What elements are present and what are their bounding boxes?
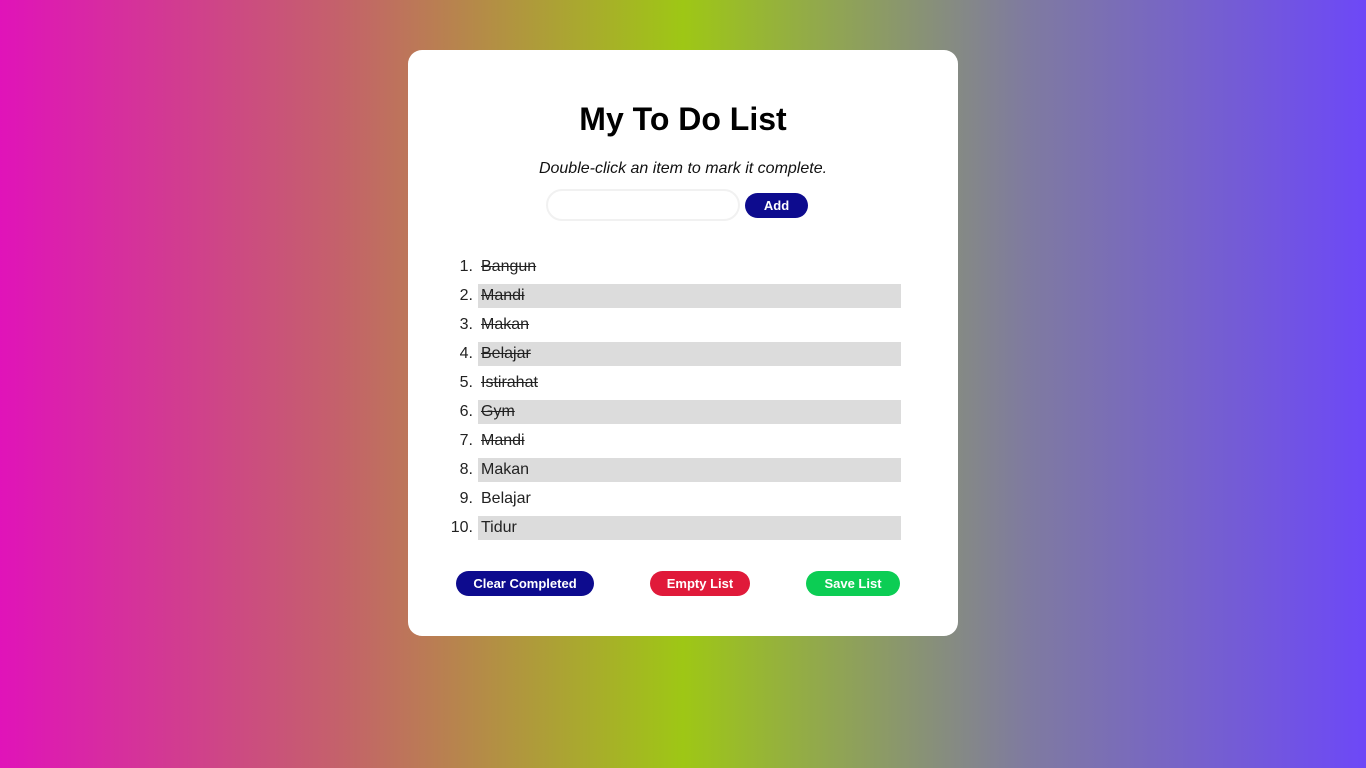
todo-text: Bangun <box>481 258 537 275</box>
add-button[interactable]: Add <box>745 192 808 218</box>
todo-text: Belajar <box>481 490 531 507</box>
todo-number: 8. <box>459 461 473 478</box>
todo-text: Istirahat <box>481 374 538 391</box>
todo-number: 2. <box>459 287 473 304</box>
todo-item[interactable]: 7. Mandi <box>460 429 901 453</box>
todo-text: Mandi <box>481 432 525 449</box>
todo-number: 6. <box>459 403 473 420</box>
todo-item[interactable]: 3. Makan <box>460 313 901 337</box>
todo-item[interactable]: 6. Gym <box>460 400 901 424</box>
todo-number: 3. <box>459 316 473 333</box>
todo-item[interactable]: 10. Tidur <box>451 516 901 540</box>
page-title: My To Do List <box>579 101 787 137</box>
todo-item[interactable]: 1. Bangun <box>460 255 901 279</box>
task-input[interactable] <box>546 189 740 221</box>
todo-number: 5. <box>459 374 473 391</box>
todo-item[interactable]: 4. Belajar <box>460 342 901 366</box>
todo-number: 7. <box>459 432 473 449</box>
clear-completed-button[interactable]: Clear Completed <box>456 571 594 596</box>
todo-item[interactable]: 2. Mandi <box>460 284 901 308</box>
todo-number: 10. <box>450 519 473 536</box>
todo-text: Belajar <box>481 345 531 362</box>
empty-list-button[interactable]: Empty List <box>650 571 750 596</box>
todo-item[interactable]: 5. Istirahat <box>460 371 901 395</box>
add-task-row: Add <box>546 188 808 222</box>
todo-number: 9. <box>459 490 473 507</box>
todo-item[interactable]: 8. Makan <box>460 458 901 482</box>
instruction-text: Double-click an item to mark it complete… <box>538 160 828 177</box>
todo-text: Makan <box>481 316 530 333</box>
todo-item[interactable]: 9. Belajar <box>460 487 901 511</box>
todo-number: 4. <box>459 345 473 362</box>
todo-card: My To Do List Double-click an item to ma… <box>408 50 958 636</box>
todo-list: 1. Bangun 2. Mandi 3. Makan 4. Belajar 5… <box>451 255 901 545</box>
todo-number: 1. <box>459 258 473 275</box>
todo-text: Tidur <box>481 519 517 536</box>
todo-text: Makan <box>481 461 530 478</box>
save-list-button[interactable]: Save List <box>806 571 900 596</box>
todo-text: Mandi <box>481 287 525 304</box>
todo-text: Gym <box>481 403 515 420</box>
